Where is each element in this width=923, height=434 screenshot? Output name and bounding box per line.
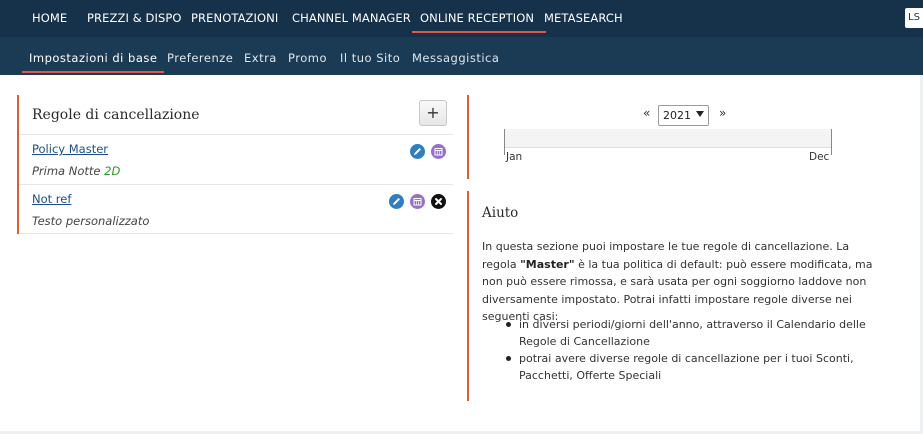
subnav-il-tuo-sito[interactable]: Il tuo Sito bbox=[340, 37, 400, 75]
rule-name-link[interactable]: Not ref bbox=[32, 192, 71, 206]
delete-rule-button[interactable] bbox=[431, 194, 446, 209]
help-panel: Aiuto In questa sezione puoi impostare l… bbox=[467, 191, 907, 401]
nav-channel-manager[interactable]: CHANNEL MANAGER bbox=[292, 0, 411, 37]
cancellation-rules-panel: Regole di cancellazione + Policy Master … bbox=[17, 95, 453, 234]
subnav-promo[interactable]: Promo bbox=[288, 37, 327, 75]
rule-description: Testo personalizzato bbox=[32, 214, 150, 228]
panel-title: Regole di cancellazione bbox=[32, 107, 200, 123]
rule-description: Prima Notte 2D bbox=[32, 164, 121, 178]
year-value: 2021 bbox=[663, 109, 691, 122]
sub-nav: Impostazioni di base Preferenze Extra Pr… bbox=[0, 37, 923, 75]
nav-online-reception[interactable]: ONLINE RECEPTION bbox=[411, 0, 547, 37]
subnav-extra[interactable]: Extra bbox=[244, 37, 277, 75]
rule-name-link[interactable]: Policy Master bbox=[32, 142, 108, 156]
calendar-panel: « 2021 » Jan Dec bbox=[467, 95, 847, 179]
rule-row: Policy Master Prima Notte 2D bbox=[19, 134, 453, 184]
user-menu-button[interactable]: LS bbox=[905, 8, 923, 28]
nav-prezzi-dispo[interactable]: PREZZI & DISPO bbox=[87, 0, 182, 37]
subnav-preferenze[interactable]: Preferenze bbox=[167, 37, 233, 75]
prev-year-button[interactable]: « bbox=[643, 106, 650, 120]
top-nav: HOME PREZZI & DISPO PRENOTAZIONI CHANNEL… bbox=[0, 0, 923, 37]
calendar-icon bbox=[434, 148, 443, 156]
rule-calendar-button[interactable] bbox=[431, 144, 446, 159]
pencil-icon bbox=[393, 198, 400, 205]
subnav-messaggistica[interactable]: Messaggistica bbox=[412, 37, 499, 75]
help-title: Aiuto bbox=[482, 205, 519, 221]
nav-metasearch[interactable]: METASEARCH bbox=[544, 0, 623, 37]
rule-tag: 2D bbox=[104, 164, 121, 178]
next-year-button[interactable]: » bbox=[719, 106, 726, 120]
rule-row: Not ref Testo personalizzato bbox=[19, 184, 453, 234]
close-icon bbox=[435, 198, 442, 205]
year-select[interactable]: 2021 bbox=[658, 105, 709, 126]
main-content: Regole di cancellazione + Policy Master … bbox=[0, 75, 920, 431]
calendar-icon bbox=[413, 198, 422, 206]
timeline-end-label: Dec bbox=[809, 151, 830, 163]
help-text: In questa sezione puoi impostare le tue … bbox=[482, 240, 873, 323]
subnav-impostazioni-base[interactable]: Impostazioni di base bbox=[21, 37, 165, 75]
nav-prenotazioni[interactable]: PRENOTAZIONI bbox=[191, 0, 278, 37]
list-item: in diversi periodi/giorni dell'anno, att… bbox=[506, 316, 891, 350]
list-item: potrai avere diverse regole di cancellaz… bbox=[506, 350, 891, 384]
timeline-start-label: Jan bbox=[506, 151, 523, 163]
nav-home[interactable]: HOME bbox=[32, 0, 67, 37]
pencil-icon bbox=[414, 148, 421, 155]
help-list: in diversi periodi/giorni dell'anno, att… bbox=[506, 316, 891, 384]
add-rule-button[interactable]: + bbox=[419, 100, 447, 126]
rule-calendar-button[interactable] bbox=[410, 194, 425, 209]
year-timeline[interactable] bbox=[504, 129, 832, 155]
chevron-down-icon bbox=[696, 111, 704, 117]
edit-rule-button[interactable] bbox=[389, 194, 404, 209]
edit-rule-button[interactable] bbox=[410, 144, 425, 159]
